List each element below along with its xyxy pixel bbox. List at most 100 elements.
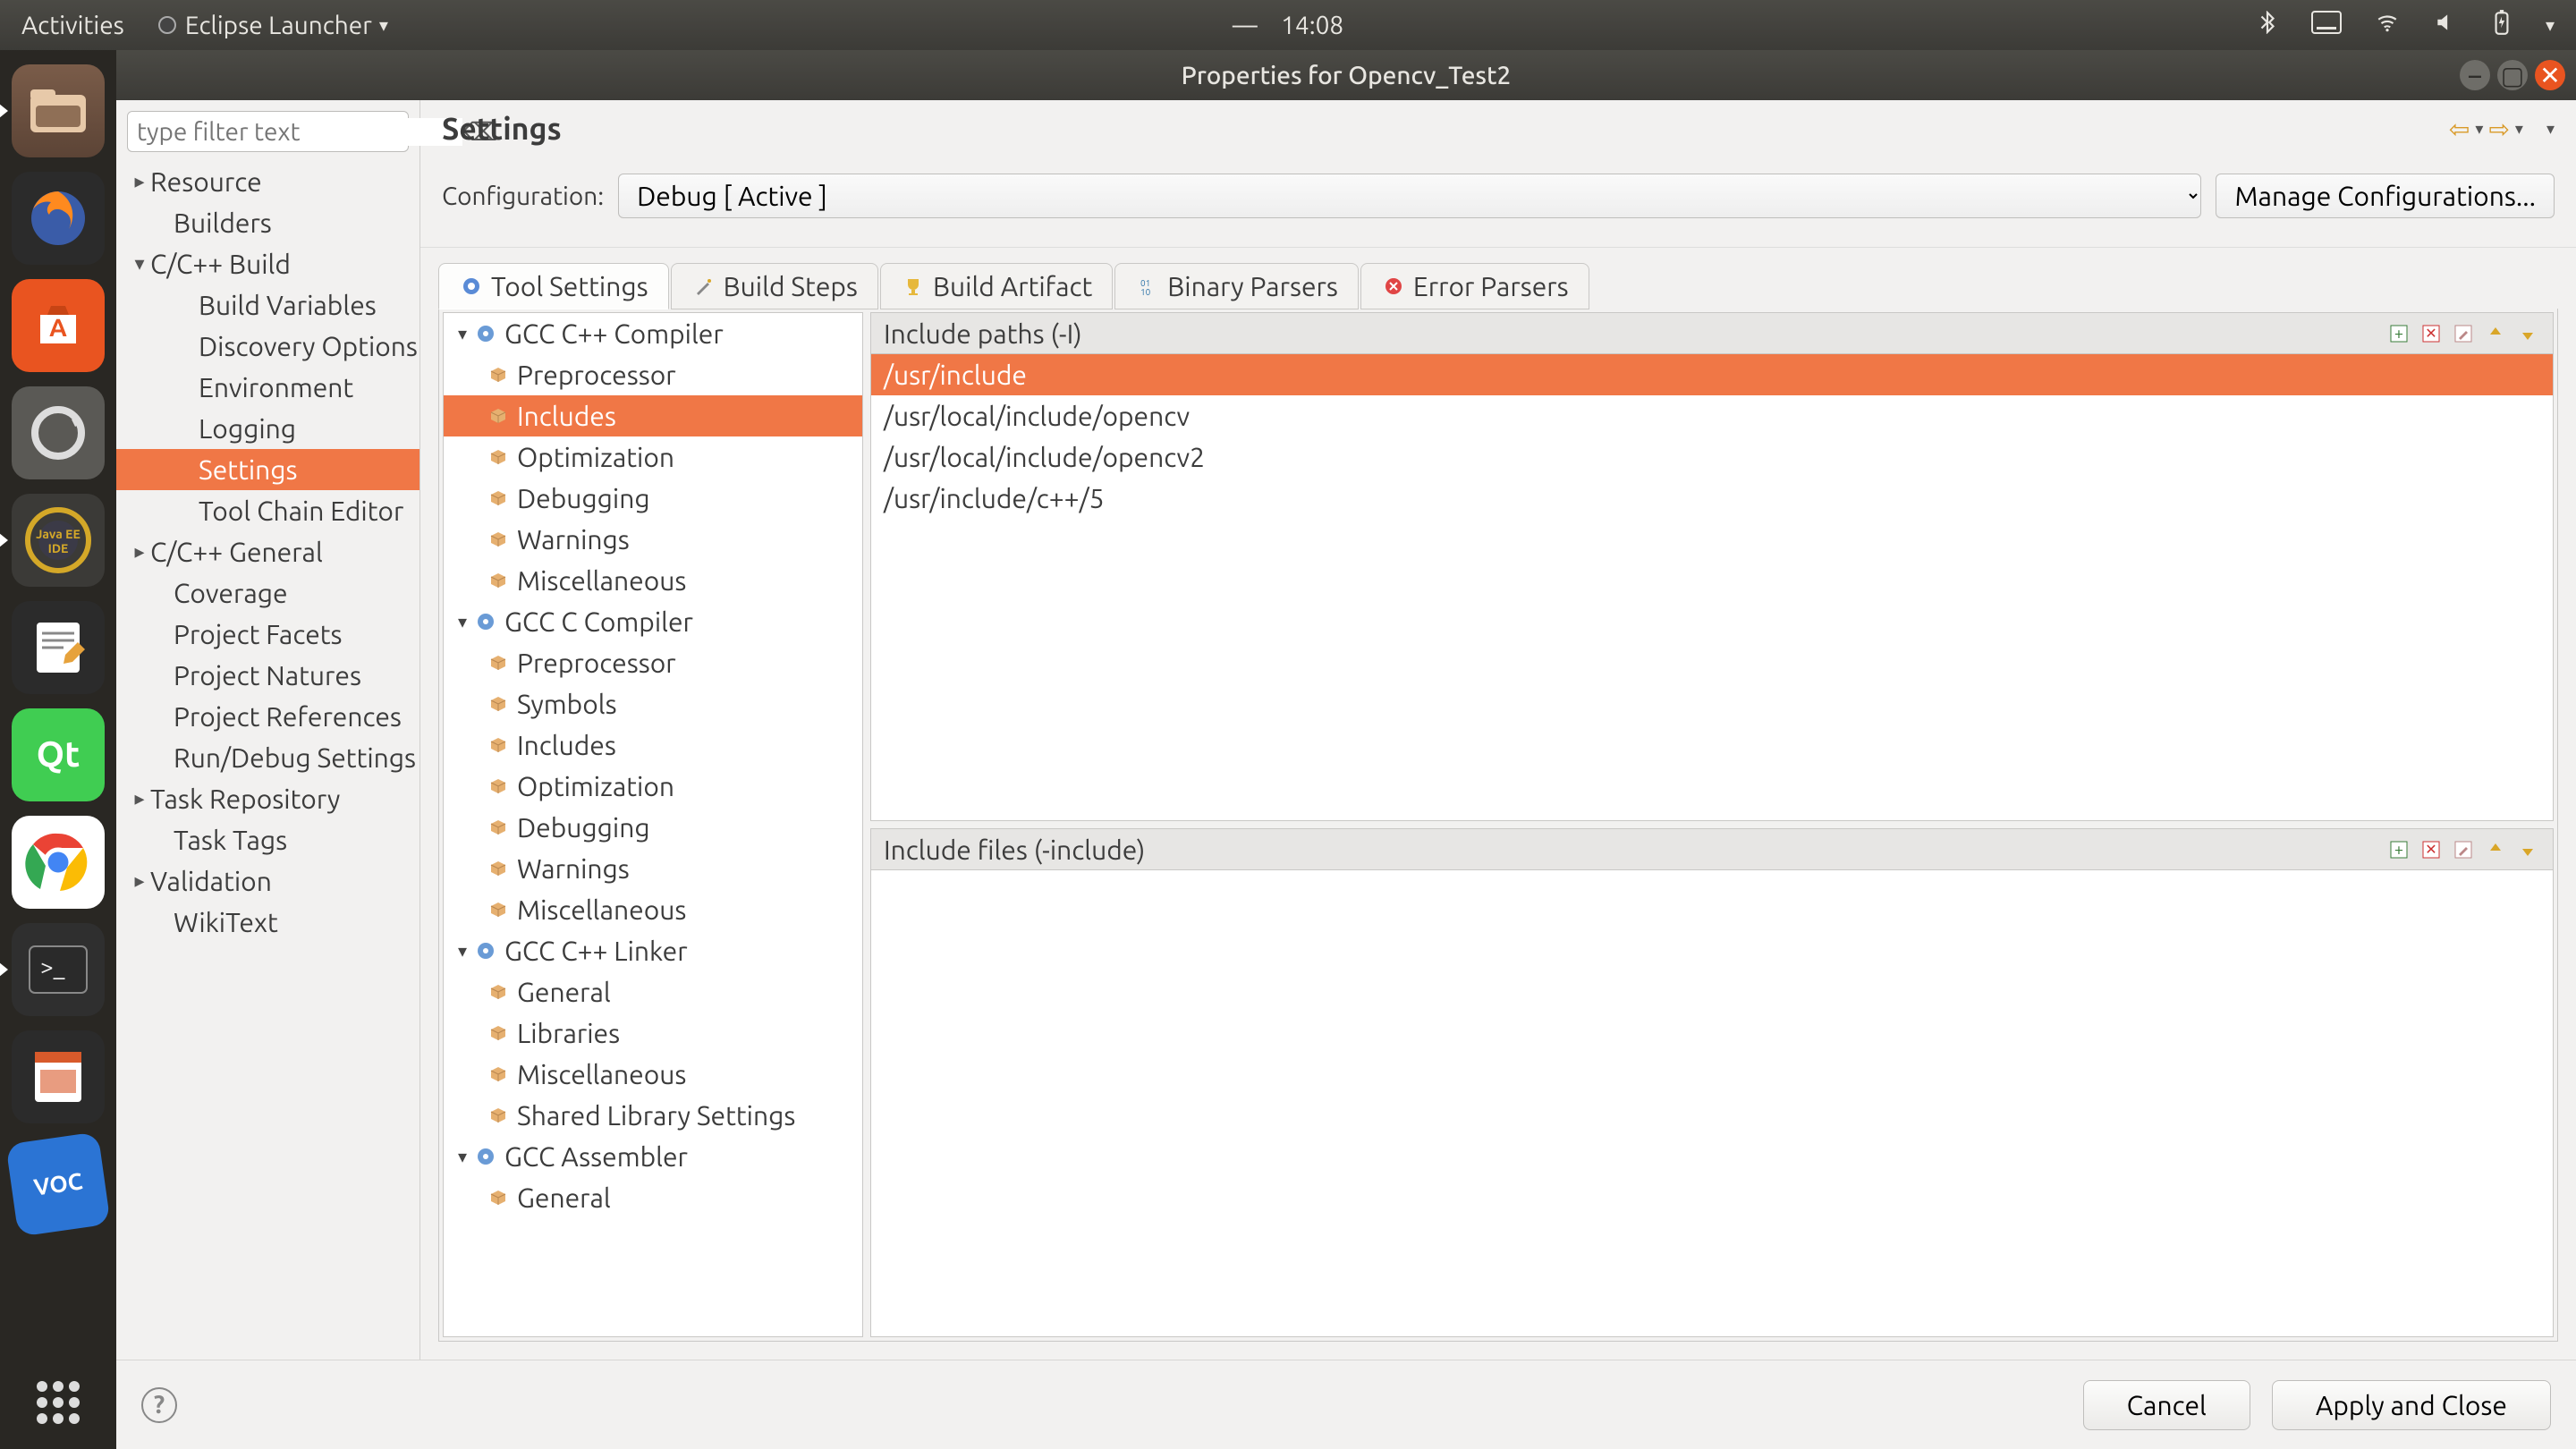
sidebar-item-task-tags[interactable]: Task Tags <box>116 819 419 860</box>
tool-item-optimization[interactable]: Optimization <box>444 436 862 478</box>
sidebar-item-resource[interactable]: ▸Resource <box>116 161 419 202</box>
tab-build-artifact[interactable]: Build Artifact <box>880 263 1113 309</box>
tool-item-symbols[interactable]: Symbols <box>444 683 862 724</box>
wifi-icon[interactable] <box>2374 11 2401 39</box>
tool-item-miscellaneous[interactable]: Miscellaneous <box>444 1054 862 1095</box>
launcher-impress[interactable] <box>12 1030 105 1123</box>
sidebar-item-tool-chain-editor[interactable]: Tool Chain Editor <box>116 490 419 531</box>
nav-back-menu-icon[interactable]: ▾ <box>2475 120 2483 139</box>
keyboard-icon[interactable] <box>2311 11 2342 39</box>
launcher-software[interactable]: A <box>12 279 105 372</box>
tool-item-gcc-c-compiler[interactable]: ▾GCC C Compiler <box>444 601 862 642</box>
tab-error-parsers[interactable]: Error Parsers <box>1360 263 1589 309</box>
list-item[interactable]: /usr/local/include/opencv <box>871 395 2553 436</box>
sidebar-item-project-references[interactable]: Project References <box>116 696 419 737</box>
tool-item-general[interactable]: General <box>444 1177 862 1218</box>
sidebar-item-environment[interactable]: Environment <box>116 367 419 408</box>
nav-forward-icon[interactable]: ⇨ <box>2488 114 2509 144</box>
filter-input[interactable] <box>137 118 462 146</box>
move-up-file-icon[interactable] <box>2483 837 2508 862</box>
tool-item-gcc-c-linker[interactable]: ▾GCC C++ Linker <box>444 930 862 971</box>
move-up-icon[interactable] <box>2483 321 2508 346</box>
list-item[interactable]: /usr/local/include/opencv2 <box>871 436 2553 478</box>
help-icon[interactable]: ? <box>141 1387 177 1423</box>
maximize-button[interactable]: ▢ <box>2497 60 2528 90</box>
filter-input-wrapper[interactable]: ⌫ <box>127 111 409 152</box>
close-button[interactable]: ✕ <box>2535 60 2565 90</box>
bluetooth-icon[interactable] <box>2256 11 2279 39</box>
launcher-gedit[interactable] <box>12 601 105 694</box>
list-item[interactable]: /usr/include/c++/5 <box>871 478 2553 519</box>
sidebar-item-c-c-general[interactable]: ▸C/C++ General <box>116 531 419 572</box>
tool-item-general[interactable]: General <box>444 971 862 1013</box>
sidebar-item-c-c-build[interactable]: ▾C/C++ Build <box>116 243 419 284</box>
sidebar-item-wikitext[interactable]: WikiText <box>116 902 419 943</box>
tool-item-gcc-assembler[interactable]: ▾GCC Assembler <box>444 1136 862 1177</box>
sidebar-item-coverage[interactable]: Coverage <box>116 572 419 614</box>
clock[interactable]: — 14:08 <box>1233 12 1343 39</box>
launcher-terminal[interactable]: >_ <box>12 923 105 1016</box>
sidebar-item-logging[interactable]: Logging <box>116 408 419 449</box>
tool-item-gcc-c-compiler[interactable]: ▾GCC C++ Compiler <box>444 313 862 354</box>
move-down-file-icon[interactable] <box>2515 837 2540 862</box>
nav-back-icon[interactable]: ⇦ <box>2449 114 2470 144</box>
tool-tree[interactable]: ▾GCC C++ CompilerPreprocessorIncludesOpt… <box>443 312 863 1337</box>
tool-item-shared-library-settings[interactable]: Shared Library Settings <box>444 1095 862 1136</box>
launcher-firefox[interactable] <box>12 172 105 265</box>
volume-icon[interactable] <box>2433 11 2458 39</box>
tool-item-warnings[interactable]: Warnings <box>444 519 862 560</box>
tool-item-miscellaneous[interactable]: Miscellaneous <box>444 889 862 930</box>
sidebar-tree[interactable]: ▸ResourceBuilders▾C/C++ BuildBuild Varia… <box>116 161 419 1349</box>
list-item[interactable]: /usr/include <box>871 354 2553 395</box>
delete-path-icon[interactable]: ✕ <box>2419 321 2444 346</box>
sidebar-item-build-variables[interactable]: Build Variables <box>116 284 419 326</box>
include-files-list[interactable] <box>871 870 2553 1336</box>
launcher-eclipse[interactable]: Java EEIDE <box>12 494 105 587</box>
tool-item-preprocessor[interactable]: Preprocessor <box>444 642 862 683</box>
tool-item-debugging[interactable]: Debugging <box>444 807 862 848</box>
edit-path-icon[interactable] <box>2451 321 2476 346</box>
unity-launcher[interactable]: A Java EEIDE Qt >_ VOC <box>0 50 116 1449</box>
launcher-files[interactable] <box>12 64 105 157</box>
delete-file-icon[interactable]: ✕ <box>2419 837 2444 862</box>
minimize-button[interactable]: – <box>2460 60 2490 90</box>
tool-item-miscellaneous[interactable]: Miscellaneous <box>444 560 862 601</box>
sidebar-item-discovery-options[interactable]: Discovery Options <box>116 326 419 367</box>
sidebar-item-project-facets[interactable]: Project Facets <box>116 614 419 655</box>
tool-item-warnings[interactable]: Warnings <box>444 848 862 889</box>
sidebar-item-project-natures[interactable]: Project Natures <box>116 655 419 696</box>
sidebar-item-settings[interactable]: Settings <box>116 449 419 490</box>
add-path-icon[interactable]: + <box>2386 321 2411 346</box>
launcher-apps-grid[interactable] <box>12 1356 105 1449</box>
battery-icon[interactable] <box>2490 9 2513 41</box>
manage-configurations-button[interactable]: Manage Configurations... <box>2216 174 2555 218</box>
sidebar-item-validation[interactable]: ▸Validation <box>116 860 419 902</box>
tool-item-preprocessor[interactable]: Preprocessor <box>444 354 862 395</box>
launcher-qt[interactable]: Qt <box>12 708 105 801</box>
tab-binary-parsers[interactable]: 0110Binary Parsers <box>1114 263 1359 309</box>
app-menu[interactable]: Eclipse Launcher ▾ <box>157 12 388 39</box>
system-menu-chevron-icon[interactable]: ▾ <box>2546 14 2555 36</box>
view-menu-icon[interactable]: ▾ <box>2546 120 2555 139</box>
tool-item-includes[interactable]: Includes <box>444 724 862 766</box>
tab-build-steps[interactable]: Build Steps <box>671 263 878 309</box>
sidebar-item-run-debug-settings[interactable]: Run/Debug Settings <box>116 737 419 778</box>
cancel-button[interactable]: Cancel <box>2083 1380 2250 1430</box>
launcher-chrome[interactable] <box>12 816 105 909</box>
tool-item-includes[interactable]: Includes <box>444 395 862 436</box>
activities-button[interactable]: Activities <box>21 12 124 39</box>
launcher-voc[interactable]: VOC <box>5 1131 110 1236</box>
add-file-icon[interactable]: + <box>2386 837 2411 862</box>
sidebar-item-builders[interactable]: Builders <box>116 202 419 243</box>
configuration-select[interactable]: Debug [ Active ] <box>618 174 2201 218</box>
nav-forward-menu-icon[interactable]: ▾ <box>2515 120 2523 139</box>
move-down-icon[interactable] <box>2515 321 2540 346</box>
edit-file-icon[interactable] <box>2451 837 2476 862</box>
tool-item-debugging[interactable]: Debugging <box>444 478 862 519</box>
include-paths-list[interactable]: /usr/include/usr/local/include/opencv/us… <box>871 354 2553 820</box>
tool-item-libraries[interactable]: Libraries <box>444 1013 862 1054</box>
sidebar-item-task-repository[interactable]: ▸Task Repository <box>116 778 419 819</box>
launcher-settings[interactable] <box>12 386 105 479</box>
apply-close-button[interactable]: Apply and Close <box>2272 1380 2551 1430</box>
tool-item-optimization[interactable]: Optimization <box>444 766 862 807</box>
